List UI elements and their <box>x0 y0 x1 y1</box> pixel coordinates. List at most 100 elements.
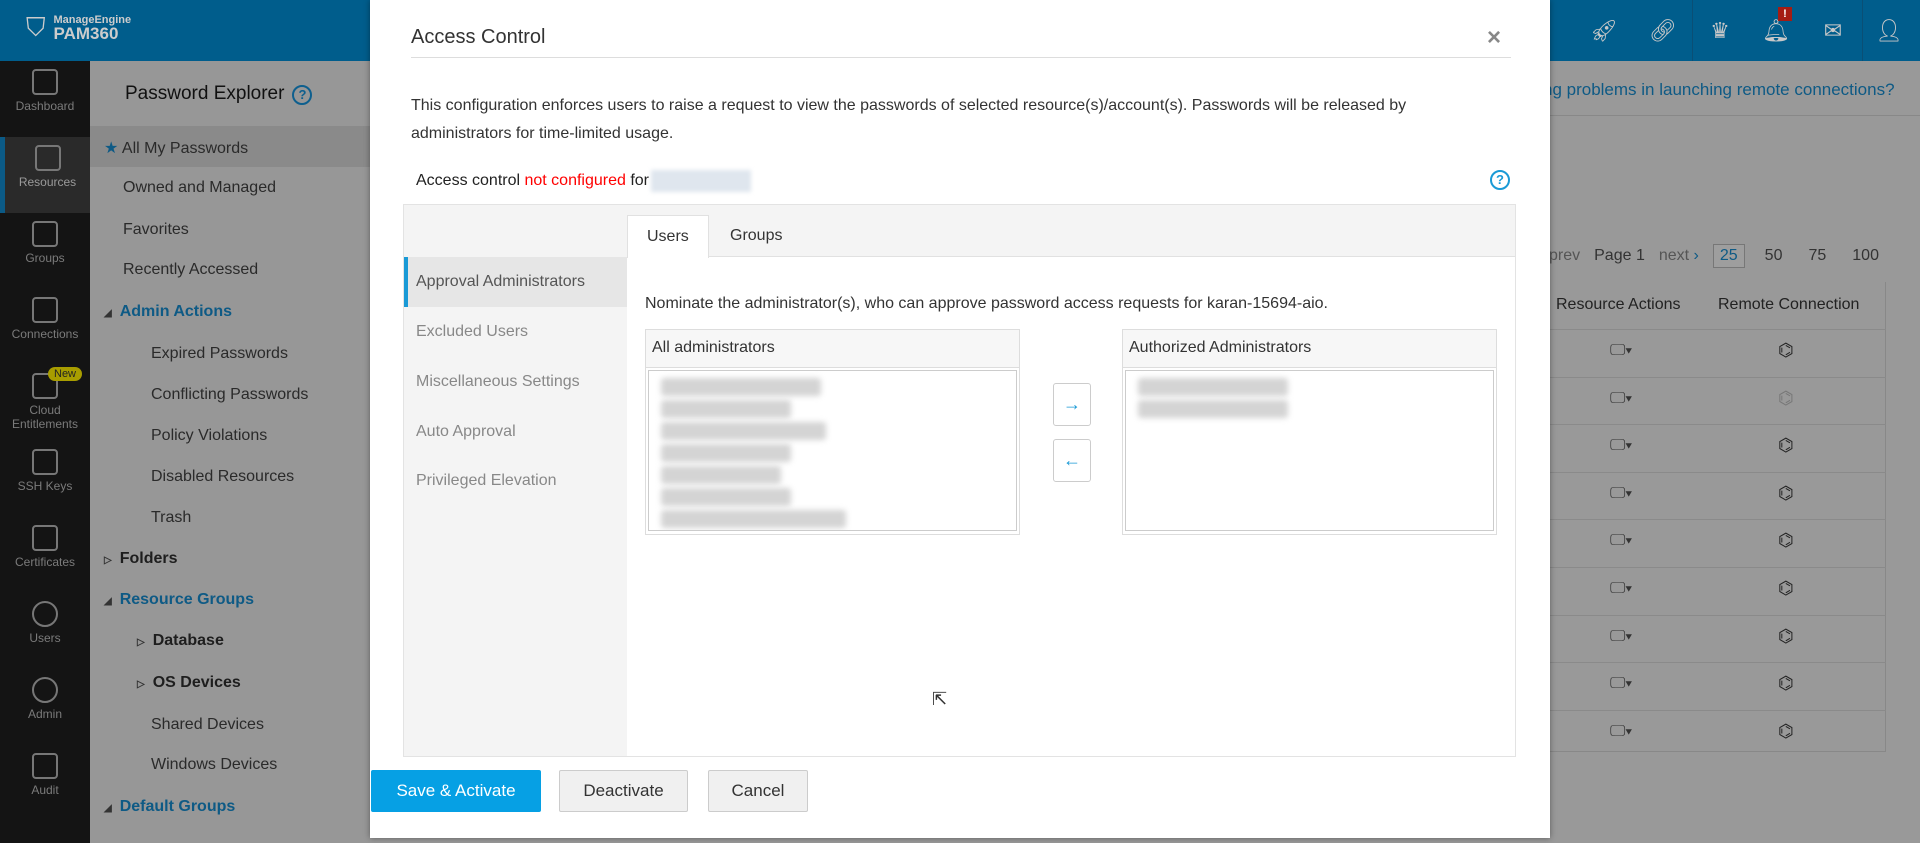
divider <box>411 57 1511 58</box>
nav-groups[interactable]: Groups <box>0 213 90 289</box>
sidebar-item-conflicting[interactable]: Conflicting Passwords <box>151 386 308 404</box>
resource-actions-icon[interactable]: 🖵▾ <box>1610 390 1632 408</box>
tab-groups[interactable]: Groups <box>711 215 801 258</box>
resource-actions-icon[interactable]: 🖵▾ <box>1610 628 1632 646</box>
deactivate-button[interactable]: Deactivate <box>559 770 688 812</box>
nav-users[interactable]: Users <box>0 593 90 669</box>
mail-icon[interactable]: ✉ <box>1818 16 1848 46</box>
sidebar-item-shared-devices[interactable]: Shared Devices <box>151 716 264 734</box>
sidebar-item-windows-devices[interactable]: Windows Devices <box>151 756 277 774</box>
remote-connection-icon[interactable]: ⌬ <box>1778 673 1794 694</box>
dashboard-icon <box>32 69 58 95</box>
access-control-dialog: Access Control × This configuration enfo… <box>370 0 1550 838</box>
logo[interactable]: ⛉ ManageEngine PAM360 <box>26 12 131 44</box>
nav-admin[interactable]: Admin <box>0 669 90 745</box>
list-item[interactable] <box>1138 378 1288 396</box>
sidebar-item-favorites[interactable]: Favorites <box>123 221 189 239</box>
help-icon[interactable]: ? <box>292 85 313 105</box>
sidebar-section-admin-actions[interactable]: ◢ Admin Actions <box>104 303 232 321</box>
sidebar-item-database[interactable]: ▷ Database <box>137 632 224 650</box>
remote-connection-help-link[interactable]: ng problems in launching remote connecti… <box>1543 80 1895 100</box>
audit-icon <box>32 753 58 779</box>
nav-privileged-elevation[interactable]: Privileged Elevation <box>404 456 627 506</box>
list-item[interactable] <box>661 400 791 418</box>
list-item[interactable] <box>661 378 821 396</box>
rocket-icon[interactable]: 🚀︎ <box>1589 16 1619 46</box>
remote-connection-icon[interactable]: ⌬ <box>1778 483 1794 504</box>
close-icon[interactable]: × <box>1487 24 1501 52</box>
crown-icon[interactable]: ♛ <box>1705 16 1735 46</box>
nav-audit[interactable]: Audit <box>0 745 90 821</box>
left-nav: Dashboard Resources Groups Connections C… <box>0 61 90 843</box>
nav-label: Users <box>29 631 61 645</box>
sidebar-item-all-my-passwords[interactable]: ★ All My Passwords <box>104 138 248 158</box>
divider <box>1862 0 1863 61</box>
status-suffix: for <box>625 172 650 190</box>
page-size-50[interactable]: 50 <box>1759 245 1789 267</box>
divider <box>1692 0 1693 61</box>
sidebar-section-resource-groups[interactable]: ◢ Resource Groups <box>104 591 254 609</box>
sidebar-section-default-groups[interactable]: ◢ Default Groups <box>104 798 235 816</box>
next-link[interactable]: next › <box>1659 247 1699 265</box>
table-row: 🖵▾ ⌬ <box>1550 662 1886 710</box>
table-row: 🖵▾ ⌬ <box>1550 614 1886 663</box>
list-item[interactable] <box>661 488 791 506</box>
sidebar-item-os-devices[interactable]: ▷ OS Devices <box>137 674 241 692</box>
nav-excluded-users[interactable]: Excluded Users <box>404 307 627 357</box>
authorized-administrators-select[interactable] <box>1125 370 1494 531</box>
remote-connection-icon[interactable]: ⌬ <box>1778 530 1794 551</box>
remote-connection-icon[interactable]: ⌬ <box>1778 626 1794 647</box>
cancel-button[interactable]: Cancel <box>708 770 808 812</box>
user-icon[interactable]: 👤︎ <box>1874 16 1904 46</box>
resource-actions-icon[interactable]: 🖵▾ <box>1610 532 1632 550</box>
remote-connection-icon[interactable]: ⌬ <box>1778 578 1794 599</box>
move-right-button[interactable]: → <box>1053 383 1091 426</box>
nav-miscellaneous-settings[interactable]: Miscellaneous Settings <box>404 357 627 407</box>
nav-label: Resources <box>18 175 77 189</box>
sidebar-item-recent[interactable]: Recently Accessed <box>123 261 258 279</box>
nav-auto-approval[interactable]: Auto Approval <box>404 407 627 457</box>
nav-certificates[interactable]: Certificates <box>0 517 90 593</box>
nav-dashboard[interactable]: Dashboard <box>0 61 90 137</box>
page-size-75[interactable]: 75 <box>1802 245 1832 267</box>
list-item[interactable] <box>1138 400 1288 418</box>
list-item[interactable] <box>661 466 781 484</box>
settings-panel: Approval Administrators Excluded Users M… <box>403 204 1516 757</box>
sidebar-item-owned[interactable]: Owned and Managed <box>123 179 276 197</box>
list-item[interactable] <box>661 422 826 440</box>
sidebar-item-policy[interactable]: Policy Violations <box>151 427 267 445</box>
tab-users[interactable]: Users <box>627 215 709 258</box>
resource-actions-icon[interactable]: 🖵▾ <box>1610 723 1632 741</box>
list-item[interactable] <box>661 510 846 528</box>
help-icon[interactable]: ? <box>1490 170 1510 190</box>
link-icon[interactable]: 🔗︎ <box>1648 16 1678 46</box>
sidebar-item-trash[interactable]: Trash <box>151 509 191 527</box>
chevron-right-icon: › <box>1693 247 1699 264</box>
all-administrators-select[interactable] <box>648 370 1017 531</box>
page-size-100[interactable]: 100 <box>1846 245 1885 267</box>
move-left-button[interactable]: ← <box>1053 439 1091 482</box>
item-label: Database <box>152 632 224 649</box>
nav-approval-administrators[interactable]: Approval Administrators <box>404 257 627 307</box>
resource-actions-icon[interactable]: 🖵▾ <box>1610 675 1632 693</box>
prev-link[interactable]: prev <box>1549 247 1580 265</box>
list-item[interactable] <box>661 444 791 462</box>
nav-resources[interactable]: Resources <box>0 137 90 213</box>
ssh-key-icon <box>32 449 58 475</box>
resource-actions-icon[interactable]: 🖵▾ <box>1610 485 1632 503</box>
resource-actions-icon[interactable]: 🖵▾ <box>1610 437 1632 455</box>
nav-connections[interactable]: Connections <box>0 289 90 365</box>
remote-connection-icon[interactable]: ⌬ <box>1778 435 1794 456</box>
resource-actions-icon[interactable]: 🖵▾ <box>1610 580 1632 598</box>
remote-connection-icon[interactable]: ⌬ <box>1778 388 1794 409</box>
sidebar-item-expired[interactable]: Expired Passwords <box>151 345 288 363</box>
remote-connection-icon[interactable]: ⌬ <box>1778 340 1794 361</box>
page-size-25[interactable]: 25 <box>1712 244 1745 268</box>
remote-connection-icon[interactable]: ⌬ <box>1778 721 1794 742</box>
sidebar-item-disabled[interactable]: Disabled Resources <box>151 468 294 486</box>
redacted-resource-name <box>651 170 752 192</box>
nav-ssh-keys[interactable]: SSH Keys <box>0 441 90 517</box>
save-activate-button[interactable]: Save & Activate <box>371 770 541 812</box>
resource-actions-icon[interactable]: 🖵▾ <box>1610 342 1632 360</box>
sidebar-item-folders[interactable]: ▷ Folders <box>104 550 178 568</box>
